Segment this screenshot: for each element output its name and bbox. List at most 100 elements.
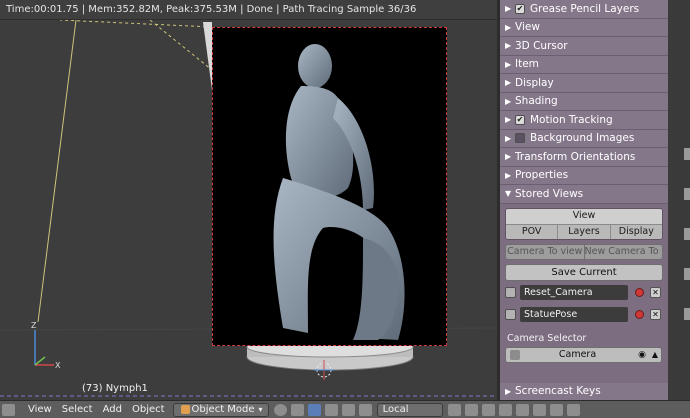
- render-preview: [212, 27, 447, 346]
- triangle-right-icon: ▶: [505, 386, 512, 396]
- layer-icon[interactable]: [532, 403, 546, 416]
- panel-label: View: [515, 21, 540, 34]
- 3d-viewport[interactable]: Z X Time:00:01.75 | Mem:352.82M, Peak:37…: [0, 0, 497, 400]
- tool-icon[interactable]: [684, 188, 690, 200]
- triangle-right-icon: ▶: [505, 170, 512, 180]
- active-object-label: (73) Nymph1: [82, 383, 148, 394]
- 3d-view-header: View Select Add Object Object Mode ▾ Loc…: [0, 400, 690, 418]
- viewport-shading-icon[interactable]: [273, 403, 287, 416]
- panel-header[interactable]: ▶ ✔ Motion Tracking: [500, 111, 668, 130]
- checkbox-checked-icon[interactable]: ✔: [515, 114, 525, 125]
- triangle-right-icon: ▶: [505, 78, 512, 88]
- manipulator-icon[interactable]: [307, 403, 321, 416]
- menu-object[interactable]: Object: [127, 404, 170, 415]
- tool-column: [673, 0, 690, 400]
- save-current-button[interactable]: Save Current: [505, 263, 663, 281]
- triangle-right-icon: ▶: [505, 41, 512, 51]
- list-item[interactable]: Reset_Camera ✕: [505, 284, 662, 301]
- camera-line: [37, 19, 77, 323]
- tool-icon[interactable]: [684, 268, 690, 280]
- render-icon[interactable]: [566, 403, 580, 416]
- scale-icon[interactable]: [358, 403, 372, 416]
- camera-name-field[interactable]: Reset_Camera: [520, 284, 628, 300]
- triangle-right-icon: ▶: [505, 96, 512, 106]
- close-icon[interactable]: ✕: [650, 286, 661, 298]
- panel-header[interactable]: ▶ Properties: [500, 166, 668, 185]
- tool-icon[interactable]: [684, 308, 690, 320]
- triangle-right-icon: ▶: [505, 133, 512, 143]
- panel-header[interactable]: ▶ ✔ Grease Pencil Layers: [500, 0, 668, 19]
- checkbox-checked-icon[interactable]: ✔: [515, 3, 525, 14]
- tool-icon[interactable]: [684, 148, 690, 160]
- orientation-dropdown[interactable]: Local: [376, 402, 443, 417]
- panel-screencast-keys[interactable]: ▶ Screencast Keys: [500, 382, 668, 400]
- record-icon[interactable]: [635, 287, 644, 297]
- panel-label: Screencast Keys: [515, 385, 601, 398]
- chevron-down-icon: ▾: [258, 404, 263, 414]
- menu-select[interactable]: Select: [57, 404, 98, 415]
- triangle-right-icon: ▶: [505, 59, 512, 69]
- checkbox-icon[interactable]: [515, 133, 525, 144]
- camera-selector-label: Camera Selector: [507, 332, 587, 344]
- panel-header[interactable]: ▶ View: [500, 18, 668, 37]
- editor-type-icon[interactable]: [2, 403, 15, 416]
- triangle-right-icon: ▶: [505, 115, 512, 125]
- layer-icon[interactable]: [515, 403, 529, 416]
- panel-label: 3D Cursor: [515, 39, 568, 52]
- panel-label: Item: [515, 58, 539, 71]
- object-mode-icon: [180, 405, 190, 414]
- translate-icon[interactable]: [324, 403, 338, 416]
- panel-label: Stored Views: [515, 187, 584, 200]
- panel-header[interactable]: ▶ Background Images: [500, 129, 668, 148]
- panel-header[interactable]: ▶ Display: [500, 74, 668, 93]
- tab-display[interactable]: Display: [610, 223, 662, 239]
- camera-selector-value: Camera: [558, 349, 597, 360]
- layer-icon[interactable]: [464, 403, 478, 416]
- render-status-bar: Time:00:01.75 | Mem:352.82M, Peak:375.53…: [0, 0, 497, 20]
- tab-view[interactable]: View: [506, 208, 662, 224]
- z-axis-label: Z: [31, 321, 37, 330]
- rotate-icon[interactable]: [341, 403, 355, 416]
- layer-icon[interactable]: [481, 403, 495, 416]
- statue-render: [273, 44, 405, 340]
- panel-label: Background Images: [530, 132, 635, 145]
- stored-views-body: View POV Layers Display Camera To view N…: [500, 203, 668, 383]
- triangle-right-icon: ▶: [505, 152, 512, 162]
- panel-label: Motion Tracking: [530, 113, 613, 126]
- panel-label: Transform Orientations: [515, 150, 636, 163]
- menu-view[interactable]: View: [23, 404, 57, 415]
- statue-head: [298, 44, 332, 88]
- new-camera-to-button[interactable]: New Camera To ...: [584, 243, 663, 260]
- eye-icon[interactable]: ◉: [635, 350, 649, 360]
- panel-header[interactable]: ▶ Shading: [500, 92, 668, 111]
- tab-pov[interactable]: POV: [506, 223, 559, 239]
- camera-dashed-line: [149, 19, 213, 71]
- tab-layers[interactable]: Layers: [558, 223, 611, 239]
- tool-icon[interactable]: [684, 228, 690, 240]
- list-item[interactable]: StatuePose ✕: [505, 306, 662, 323]
- layer-icon[interactable]: [498, 403, 512, 416]
- panel-stored-views[interactable]: ▼ Stored Views: [500, 185, 668, 204]
- record-icon[interactable]: [635, 309, 644, 319]
- layer-icon[interactable]: [447, 403, 461, 416]
- camera-to-view-button[interactable]: Camera To view: [505, 243, 585, 260]
- panel-header[interactable]: ▶ Transform Orientations: [500, 148, 668, 167]
- triangle-right-icon: ▶: [505, 22, 512, 32]
- triangle-right-icon: ▶: [505, 4, 512, 14]
- mode-dropdown[interactable]: Object Mode ▾: [172, 402, 269, 417]
- mode-value: Object Mode: [191, 403, 255, 415]
- menu-add[interactable]: Add: [98, 404, 127, 415]
- camera-selector-dropdown[interactable]: Camera ◉ ▲: [505, 346, 662, 363]
- x-axis-label: X: [55, 361, 61, 370]
- camera-icon: [505, 286, 516, 298]
- panel-label: Grease Pencil Layers: [530, 2, 640, 15]
- triangle-down-icon: ▼: [505, 189, 512, 199]
- pivot-icon[interactable]: [290, 403, 304, 416]
- snap-icon[interactable]: [549, 403, 563, 416]
- panel-list: ▶ ✔ Grease Pencil Layers ▶ View ▶ 3D Cursor ▶ It…: [500, 0, 668, 185]
- close-icon[interactable]: ✕: [650, 308, 661, 320]
- chevron-up-icon[interactable]: ▲: [649, 350, 661, 359]
- panel-header[interactable]: ▶ 3D Cursor: [500, 37, 668, 56]
- camera-name-field[interactable]: StatuePose: [520, 306, 628, 322]
- panel-header[interactable]: ▶ Item: [500, 55, 668, 74]
